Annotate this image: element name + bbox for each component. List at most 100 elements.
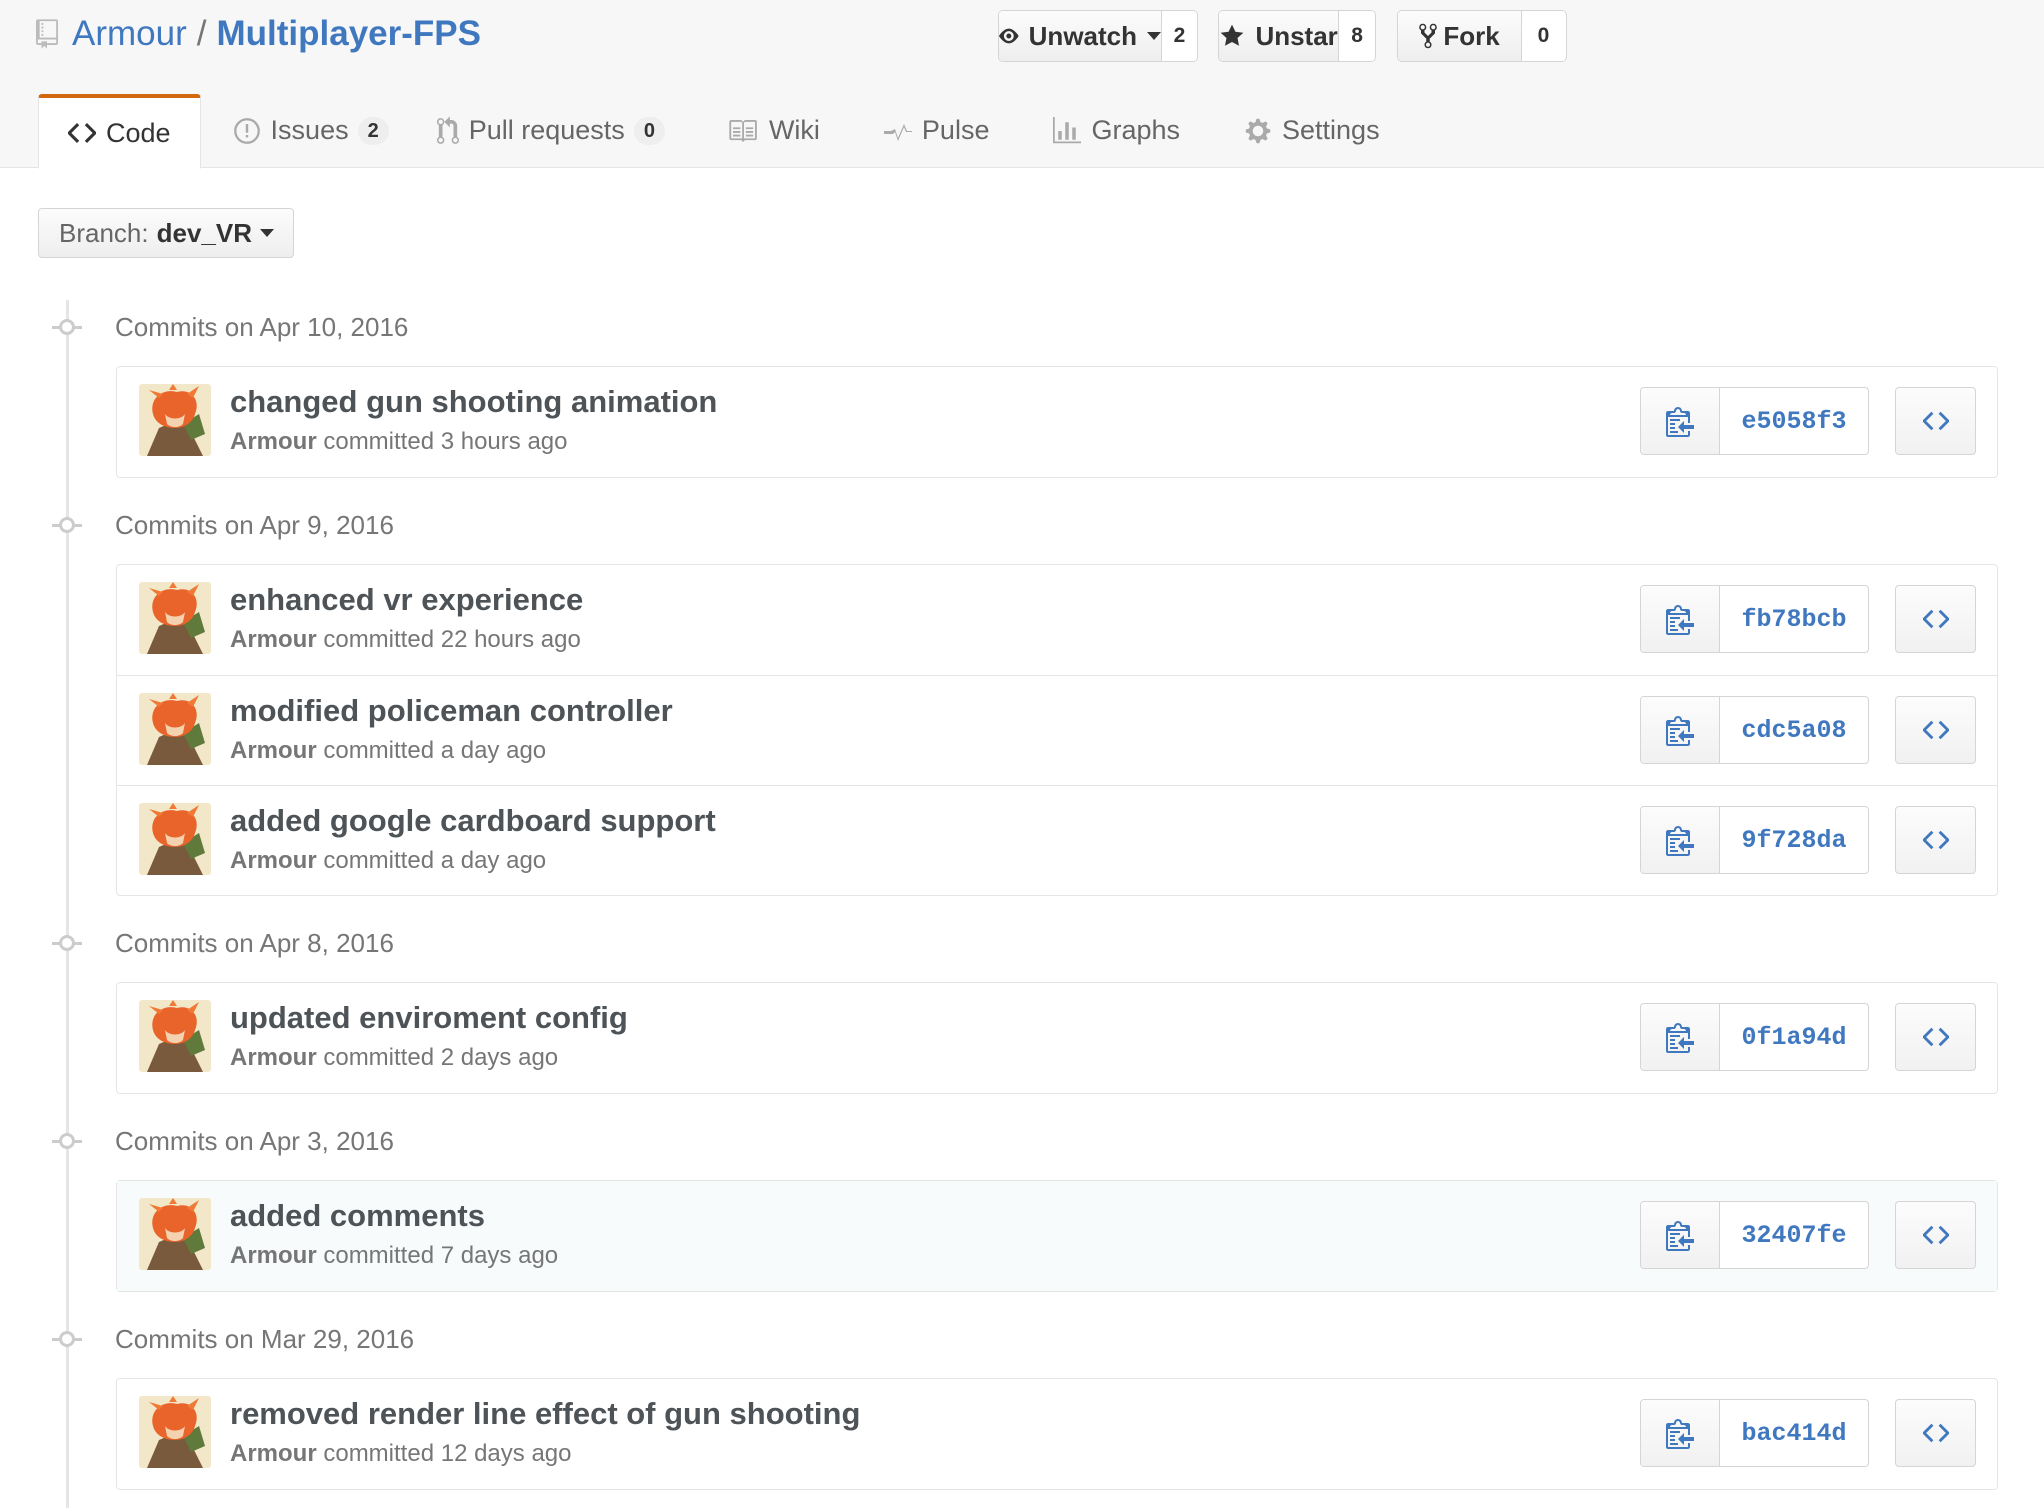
commit-author-link[interactable]: Armour <box>230 1440 317 1467</box>
timeline-commit-icon <box>52 320 82 334</box>
avatar[interactable] <box>139 582 211 654</box>
tab-issues[interactable]: Issues 2 <box>233 94 389 167</box>
watch-group: Unwatch 2 <box>998 10 1198 62</box>
commit-author-link[interactable]: Armour <box>230 626 317 653</box>
graph-icon <box>1053 116 1082 143</box>
commit-sha-link[interactable]: cdc5a08 <box>1720 697 1868 763</box>
forks-count[interactable]: 0 <box>1522 11 1565 61</box>
copy-sha-button[interactable] <box>1641 697 1720 763</box>
repo-icon <box>36 19 58 49</box>
commit-meta: Armour committed 3 hours ago <box>230 428 567 456</box>
avatar-image <box>139 384 211 456</box>
commit-message-link[interactable]: enhanced vr experience <box>230 582 583 618</box>
stargazers-count[interactable]: 8 <box>1339 11 1375 61</box>
sha-group: 9f728da <box>1640 806 1869 874</box>
timeline-commit-icon <box>52 518 82 532</box>
pull-requests-counter: 0 <box>633 116 665 145</box>
commit-verb: committed <box>323 626 435 653</box>
commit-group-title: Commits on Mar 29, 2016 <box>115 1323 415 1354</box>
fork-label: Fork <box>1443 20 1500 51</box>
avatar-image <box>139 693 211 765</box>
watchers-count[interactable]: 2 <box>1162 11 1197 61</box>
gear-icon <box>1245 118 1271 143</box>
commit-verb: committed <box>323 428 435 455</box>
commit-message-link[interactable]: added comments <box>230 1198 485 1234</box>
avatar[interactable] <box>139 803 211 875</box>
wiki-icon <box>729 119 757 142</box>
commit-time: 12 days ago <box>440 1440 572 1467</box>
sha-group: 0f1a94d <box>1640 1003 1869 1071</box>
commit-message-link[interactable]: removed render line effect of gun shooti… <box>230 1396 860 1432</box>
copy-sha-button[interactable] <box>1641 1202 1720 1268</box>
browse-code-icon <box>1922 609 1949 629</box>
browse-code-button[interactable] <box>1895 585 1976 653</box>
commit-group: changed gun shooting animation Armour co… <box>116 366 1998 478</box>
commit-row: enhanced vr experience Armour committed … <box>117 565 1997 675</box>
avatar[interactable] <box>139 384 211 456</box>
commit-author-link[interactable]: Armour <box>230 1242 317 1269</box>
issue-icon <box>233 117 260 144</box>
browse-code-button[interactable] <box>1895 1003 1976 1071</box>
browse-code-icon <box>1922 830 1949 850</box>
clipboard-icon <box>1666 407 1694 437</box>
copy-sha-button[interactable] <box>1641 388 1720 454</box>
sha-group: fb78bcb <box>1640 585 1869 653</box>
commit-message-link[interactable]: updated enviroment config <box>230 1000 628 1036</box>
browse-code-button[interactable] <box>1895 806 1976 874</box>
commit-sha-link[interactable]: fb78bcb <box>1720 586 1868 652</box>
commit-verb: committed <box>323 1242 435 1269</box>
timeline-commit-icon <box>52 936 82 950</box>
tab-code[interactable]: Code <box>38 94 201 169</box>
commit-meta: Armour committed a day ago <box>230 847 546 875</box>
unstar-button[interactable]: Unstar <box>1219 11 1340 61</box>
unwatch-button[interactable]: Unwatch <box>999 11 1162 61</box>
repo-owner-link[interactable]: Armour <box>72 12 187 56</box>
commits-timeline <box>66 300 69 1508</box>
commit-time: 22 hours ago <box>440 626 581 653</box>
browse-code-icon <box>1922 1225 1949 1245</box>
avatar[interactable] <box>139 693 211 765</box>
browse-code-button[interactable] <box>1895 1201 1976 1269</box>
avatar[interactable] <box>139 1000 211 1072</box>
commit-author-link[interactable]: Armour <box>230 1044 317 1071</box>
tab-wiki[interactable]: Wiki <box>729 94 820 167</box>
copy-sha-button[interactable] <box>1641 1400 1720 1466</box>
tab-settings[interactable]: Settings <box>1244 94 1380 167</box>
clipboard-icon <box>1666 716 1694 746</box>
copy-sha-button[interactable] <box>1641 807 1720 873</box>
branch-select-button[interactable]: Branch: dev_VR <box>38 208 294 258</box>
commit-message-link[interactable]: added google cardboard support <box>230 803 716 839</box>
copy-sha-button[interactable] <box>1641 586 1720 652</box>
browse-code-button[interactable] <box>1895 696 1976 764</box>
avatar[interactable] <box>139 1396 211 1468</box>
commit-message-link[interactable]: changed gun shooting animation <box>230 384 717 420</box>
commit-group: added comments Armour committed 7 days a… <box>116 1180 1998 1292</box>
tab-graphs[interactable]: Graphs <box>1053 94 1180 167</box>
timeline-commit-icon <box>52 1134 82 1148</box>
commit-sha-link[interactable]: 0f1a94d <box>1720 1004 1868 1070</box>
commit-verb: committed <box>323 1044 435 1071</box>
avatar-image <box>139 582 211 654</box>
commit-row: modified policeman controller Armour com… <box>117 675 1997 785</box>
browse-code-icon <box>1922 720 1949 740</box>
commit-author-link[interactable]: Armour <box>230 737 317 764</box>
avatar-image <box>139 803 211 875</box>
repo-name-link[interactable]: Multiplayer-FPS <box>216 12 480 56</box>
tab-pulse[interactable]: Pulse <box>883 94 989 167</box>
commit-row: changed gun shooting animation Armour co… <box>117 367 1997 477</box>
tab-issues-label: Issues <box>270 115 349 145</box>
commit-message-link[interactable]: modified policeman controller <box>230 693 673 729</box>
commit-author-link[interactable]: Armour <box>230 847 317 874</box>
pull-request-icon <box>436 115 459 144</box>
commit-sha-link[interactable]: bac414d <box>1720 1400 1868 1466</box>
commit-sha-link[interactable]: 9f728da <box>1720 807 1868 873</box>
tab-pull-requests[interactable]: Pull requests 0 <box>436 94 665 167</box>
copy-sha-button[interactable] <box>1641 1004 1720 1070</box>
commit-author-link[interactable]: Armour <box>230 428 317 455</box>
browse-code-button[interactable] <box>1895 1399 1976 1467</box>
commit-sha-link[interactable]: e5058f3 <box>1720 388 1868 454</box>
avatar[interactable] <box>139 1198 211 1270</box>
browse-code-button[interactable] <box>1895 387 1976 455</box>
fork-button[interactable]: Fork <box>1398 11 1522 61</box>
commit-sha-link[interactable]: 32407fe <box>1720 1202 1868 1268</box>
